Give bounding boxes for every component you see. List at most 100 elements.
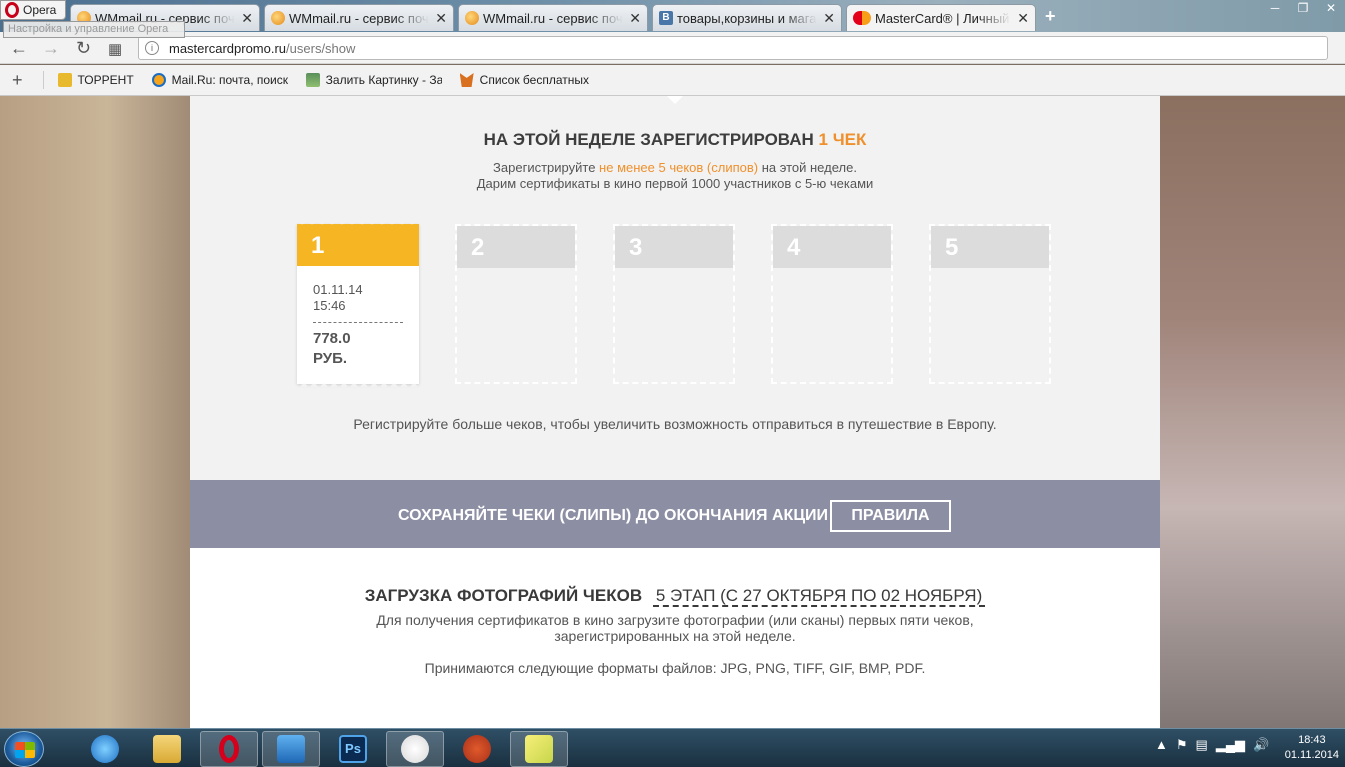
site-info-icon[interactable]: i <box>145 41 159 55</box>
tab-title: WMmail.ru - сервис почтовых рассылок <box>483 10 623 26</box>
ticket-number: 4 <box>773 226 891 268</box>
volume-icon[interactable]: 🔊 <box>1253 737 1269 753</box>
ticket-number: 1 <box>297 224 419 266</box>
reload-icon[interactable]: ↻ <box>76 38 91 59</box>
ticket-datetime: 01.11.14 15:46 <box>297 266 419 314</box>
bookmark-label: Залить Картинку - Залить фото <box>325 73 442 87</box>
window-controls: ─ ❐ ✕ <box>1261 0 1345 18</box>
bookmark-label: Список бесплатных <box>479 73 589 87</box>
upload-formats: Принимаются следующие форматы файлов: JP… <box>424 660 926 676</box>
tab-bar: Opera WMmail.ru - сервис почтовых рассыл… <box>0 0 1345 32</box>
tab-wmmail-2[interactable]: WMmail.ru - сервис почтовых рассылок ✕ <box>264 4 454 31</box>
flag-icon[interactable]: ⚑ <box>1176 737 1188 753</box>
tab-close-icon[interactable]: ✕ <box>629 10 641 27</box>
close-window-button[interactable]: ✕ <box>1317 0 1345 18</box>
ticket-number: 5 <box>931 226 1049 268</box>
media-player-icon[interactable] <box>262 731 320 767</box>
bookmark-mailru[interactable]: Mail.Ru: почта, поиск в интернете <box>151 73 288 87</box>
ticket-number: 3 <box>615 226 733 268</box>
ticket-1: 1 01.11.14 15:46 778.0 РУБ. <box>297 221 419 387</box>
url-host: mastercardpromo.ru <box>169 40 287 56</box>
upload-section: ЗАГРУЗКА ФОТОГРАФИЙ ЧЕКОВ 5 ЭТАП (С 27 О… <box>190 548 1160 728</box>
bookmark-label: ТОРРЕНТ <box>77 73 134 87</box>
ticket-time: 15:46 <box>313 298 346 313</box>
ticket-3: 3 <box>613 224 735 384</box>
clock-time: 18:43 <box>1298 734 1326 746</box>
file-explorer-icon[interactable] <box>138 731 196 767</box>
minimize-button[interactable]: ─ <box>1261 0 1289 18</box>
url-input[interactable]: i mastercardpromo.ru /users/show <box>138 36 1328 60</box>
wmmail-icon <box>465 11 479 25</box>
bookmark-label: Mail.Ru: почта, поиск в интернете <box>171 73 288 87</box>
paint-icon[interactable] <box>386 731 444 767</box>
section-notch <box>667 96 683 104</box>
opera-menu-button[interactable]: Opera <box>0 0 66 20</box>
ticket-4: 4 <box>771 224 893 384</box>
taskbar: Ps ▲ ⚑ ▤ ▂▄▆ 🔊 18:43 01.11.2014 <box>0 728 1345 767</box>
tab-close-icon[interactable]: ✕ <box>435 10 447 27</box>
ticket-2: 2 <box>455 224 577 384</box>
keep-receipts-text: СОХРАНЯЙТЕ ЧЕКИ (СЛИПЫ) ДО ОКОНЧАНИЯ АКЦ… <box>398 507 829 524</box>
windows-logo-icon <box>15 742 35 758</box>
stage-selector[interactable]: 5 ЭТАП (С 27 ОКТЯБРЯ ПО 02 НОЯБРЯ) <box>652 586 986 607</box>
upload-desc-line2: зарегистрированных на этой неделе. <box>554 628 796 644</box>
ticket-number: 2 <box>457 226 575 268</box>
bookmark-torrent[interactable]: ТОРРЕНТ <box>57 73 134 87</box>
bookmark-image-upload[interactable]: Залить Картинку - Залить фото <box>305 73 442 87</box>
menu-tooltip: Настройка и управление Opera <box>3 21 185 38</box>
tab-vk[interactable]: B товары,корзины и магазины ✕ <box>652 4 842 31</box>
internet-explorer-icon[interactable] <box>76 731 134 767</box>
opera-icon[interactable] <box>200 731 258 767</box>
network-icon[interactable]: ▂▄▆ <box>1216 737 1245 753</box>
week-title: НА ЭТОЙ НЕДЕЛЕ ЗАРЕГИСТРИРОВАН 1 ЧЕК <box>190 130 1160 150</box>
start-button[interactable] <box>4 731 44 767</box>
new-tab-button[interactable]: + <box>1045 6 1056 27</box>
address-bar: ← → ↻ ▦ i mastercardpromo.ru /users/show <box>0 32 1345 64</box>
folder-icon <box>57 73 72 87</box>
ticket-edge <box>297 221 419 227</box>
upload-description: Для получения сертификатов в кино загруз… <box>190 612 1160 644</box>
wmmail-icon <box>271 11 285 25</box>
tab-close-icon[interactable]: ✕ <box>1017 10 1029 27</box>
system-clock[interactable]: 18:43 01.11.2014 <box>1285 733 1339 763</box>
forward-arrow-icon[interactable]: → <box>42 38 60 59</box>
url-path: /users/show <box>286 40 356 56</box>
week-count: 1 ЧЕК <box>818 130 867 149</box>
tab-title: товары,корзины и магазины <box>677 10 817 26</box>
tab-close-icon[interactable]: ✕ <box>241 10 253 27</box>
ticket-amount: 778.0 <box>313 330 351 347</box>
add-bookmark-icon[interactable]: + <box>12 70 23 91</box>
photoshop-icon[interactable]: Ps <box>324 731 382 767</box>
week-sub-highlight: не менее 5 чеков (слипов) <box>599 160 759 175</box>
bookmark-list[interactable]: Список бесплатных <box>459 73 589 87</box>
rules-button[interactable]: ПРАВИЛА <box>830 500 951 532</box>
background-photo <box>1160 96 1345 728</box>
ccleaner-icon[interactable] <box>448 731 506 767</box>
clock-date: 01.11.2014 <box>1284 749 1339 761</box>
opera-menu-label: Opera <box>23 3 57 17</box>
image-upload-icon <box>305 73 320 87</box>
week-title-text: НА ЭТОЙ НЕДЕЛЕ ЗАРЕГИСТРИРОВАН <box>483 130 814 149</box>
fox-icon <box>459 73 474 87</box>
tab-title: WMmail.ru - сервис почтовых рассылок <box>289 10 429 26</box>
speed-dial-grid-icon[interactable]: ▦ <box>108 40 122 58</box>
ticket-edge <box>297 381 419 387</box>
ticket-5: 5 <box>929 224 1051 384</box>
maximize-button[interactable]: ❐ <box>1289 0 1317 18</box>
vk-icon: B <box>659 11 673 25</box>
back-arrow-icon[interactable]: ← <box>10 38 28 59</box>
device-icon[interactable]: ▤ <box>1196 737 1208 753</box>
system-tray: ▲ ⚑ ▤ ▂▄▆ 🔊 <box>1155 737 1269 753</box>
upload-title-text: ЗАГРУЗКА ФОТОГРАФИЙ ЧЕКОВ <box>364 586 643 605</box>
tab-close-icon[interactable]: ✕ <box>823 10 835 27</box>
sticky-notes-icon[interactable] <box>510 731 568 767</box>
tab-mastercard[interactable]: MasterCard® | Личный кабинет ✕ <box>846 4 1036 31</box>
upload-desc-line1: Для получения сертификатов в кино загруз… <box>376 612 974 628</box>
keep-receipts-banner: СОХРАНЯЙТЕ ЧЕКИ (СЛИПЫ) ДО ОКОНЧАНИЯ АКЦ… <box>190 480 1160 548</box>
tab-wmmail-3[interactable]: WMmail.ru - сервис почтовых рассылок ✕ <box>458 4 648 31</box>
opera-logo-icon <box>5 2 19 18</box>
tray-expand-icon[interactable]: ▲ <box>1155 737 1168 753</box>
ticket-currency: РУБ. <box>313 350 348 367</box>
ticket-date: 01.11.14 <box>313 282 363 297</box>
mastercard-icon <box>853 11 871 25</box>
